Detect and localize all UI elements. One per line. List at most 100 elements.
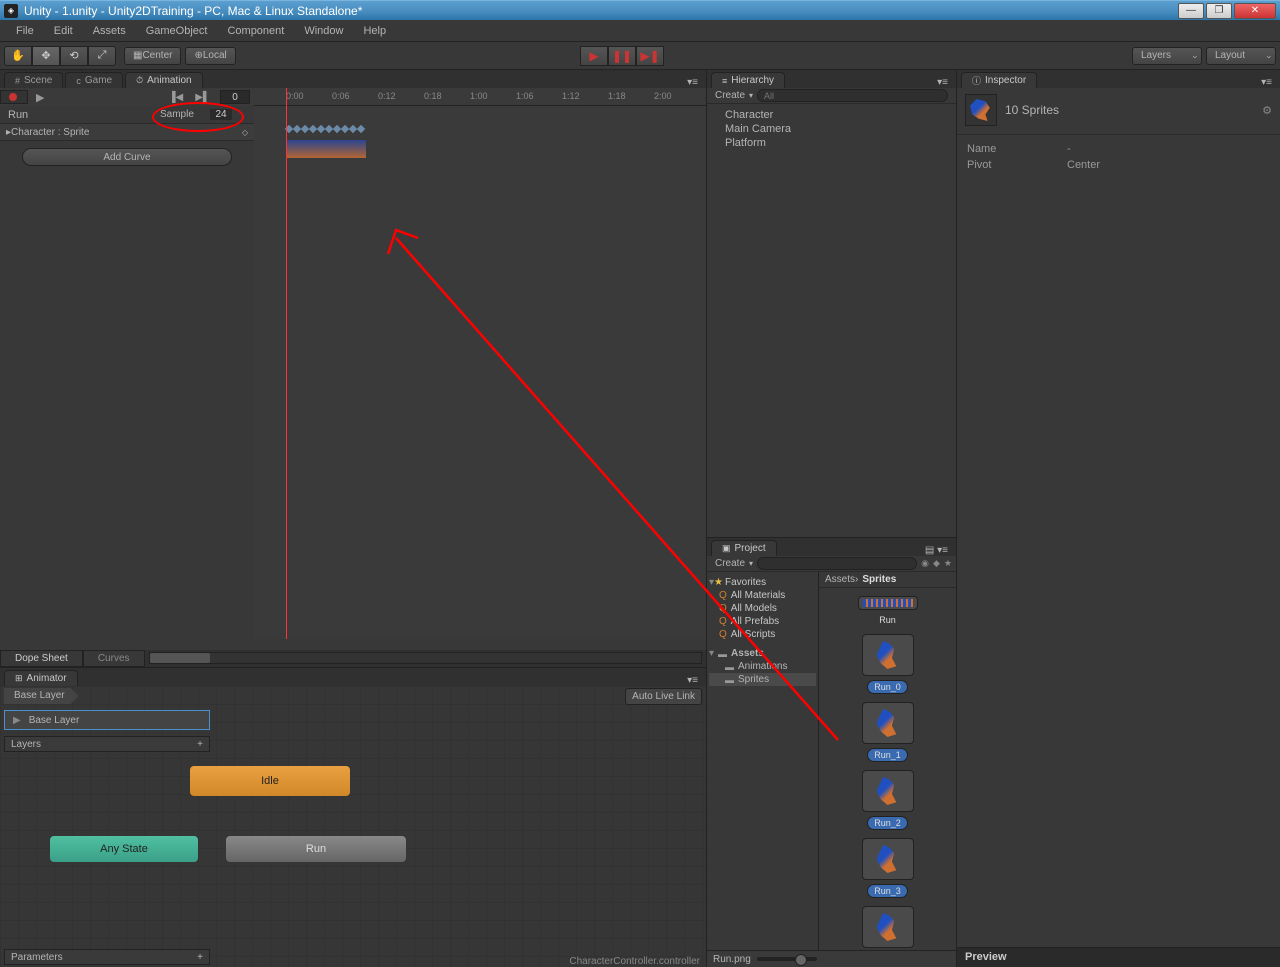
menubar: File Edit Assets GameObject Component Wi… (0, 20, 1280, 42)
timeline-scrollbar[interactable] (149, 652, 702, 664)
auto-live-link[interactable]: Auto Live Link (625, 688, 702, 705)
hierarchy-item[interactable]: Main Camera (715, 122, 948, 136)
layers-header: Layers+ (4, 736, 210, 752)
menu-edit[interactable]: Edit (44, 22, 83, 40)
sprite-previews (286, 140, 366, 158)
add-layer-button[interactable]: + (197, 739, 203, 750)
animator-status: CharacterController.controller (569, 956, 700, 967)
next-key-button[interactable]: ▶▌ (195, 92, 210, 103)
scale-tool[interactable]: ⤢ (88, 46, 116, 66)
sprite-item[interactable]: Run_2 (856, 770, 920, 830)
local-toggle[interactable]: ⊕ Local (185, 47, 235, 65)
tab-scene[interactable]: #Scene (4, 72, 63, 88)
layer-item[interactable]: ▶Base Layer (4, 710, 210, 730)
folder-item[interactable]: ▬Sprites (709, 673, 816, 686)
tab-inspector[interactable]: ⓘInspector (961, 72, 1037, 88)
fav-item[interactable]: QAll Prefabs (709, 615, 816, 628)
curves-tab[interactable]: Curves (83, 650, 145, 667)
menu-component[interactable]: Component (217, 22, 294, 40)
animator-tab-menu[interactable]: ▾≡ (683, 675, 702, 686)
add-parameter-button[interactable]: + (197, 952, 203, 963)
dope-sheet-tab[interactable]: Dope Sheet (0, 650, 83, 667)
maximize-button[interactable]: ❐ (1206, 3, 1232, 19)
folder-item[interactable]: ▬Animations (709, 660, 816, 673)
breadcrumb[interactable]: Base Layer (4, 688, 79, 704)
gear-icon[interactable]: ⚙ (1262, 104, 1272, 117)
property-label: ▸Character : Sprite (6, 127, 89, 138)
project-panel: ▣Project ▤ ▾≡ Create▾ ◉◆★ ▾★Favorites QA… (707, 537, 956, 967)
layers-dropdown[interactable]: Layers (1132, 47, 1202, 65)
star-icon: ★ (714, 577, 723, 588)
preview-header[interactable]: Preview (957, 947, 1280, 967)
sprite-item[interactable] (856, 906, 920, 948)
hierarchy-search[interactable] (757, 89, 948, 102)
star-icon[interactable]: ★ (944, 558, 952, 569)
sample-input[interactable] (210, 109, 232, 120)
move-tool[interactable]: ✥ (32, 46, 60, 66)
filter-icon[interactable]: ◉ (921, 558, 929, 569)
add-curve-button[interactable]: Add Curve (22, 148, 232, 166)
close-button[interactable]: ✕ (1234, 3, 1276, 19)
clip-dropdown[interactable]: Run (8, 109, 28, 121)
type-icon[interactable]: ◆ (933, 558, 940, 569)
tab-animation[interactable]: ⏱Animation (125, 72, 203, 88)
tab-hierarchy[interactable]: ≡Hierarchy (711, 72, 785, 88)
record-button[interactable] (0, 90, 28, 104)
sprite-item[interactable]: Run_3 (856, 838, 920, 898)
sprite-atlas[interactable]: Run (856, 596, 920, 626)
rotate-tool[interactable]: ⟲ (60, 46, 88, 66)
sprite-item[interactable]: Run_1 (856, 702, 920, 762)
menu-file[interactable]: File (6, 22, 44, 40)
hierarchy-item[interactable]: Platform (715, 136, 948, 150)
project-tree: ▾★Favorites QAll Materials QAll Models Q… (707, 572, 819, 950)
minimize-button[interactable]: — (1178, 3, 1204, 19)
step-button[interactable]: ▶❚ (636, 46, 664, 66)
menu-gameobject[interactable]: GameObject (136, 22, 218, 40)
favorites-header[interactable]: ▾★Favorites (709, 576, 816, 589)
frame-input[interactable] (220, 90, 250, 104)
state-any[interactable]: Any State (50, 836, 198, 862)
tab-project[interactable]: ▣Project (711, 540, 777, 556)
project-grid: Run Run_0 Run_1 Run_2 Run_3 (819, 588, 956, 950)
playhead[interactable] (286, 88, 287, 639)
state-run[interactable]: Run (226, 836, 406, 862)
tab-animator[interactable]: ⊞Animator (4, 670, 78, 686)
fav-item[interactable]: QAll Materials (709, 589, 816, 602)
thumbnail-size-slider[interactable] (757, 957, 817, 961)
anim-play-button[interactable]: ▶ (36, 91, 44, 104)
hand-tool[interactable]: ✋ (4, 46, 32, 66)
hierarchy-tab-menu[interactable]: ▾≡ (933, 77, 952, 88)
menu-assets[interactable]: Assets (83, 22, 136, 40)
assets-folder[interactable]: ▾▬Assets (709, 647, 816, 660)
pause-button[interactable]: ❚❚ (608, 46, 636, 66)
prev-key-button[interactable]: ▐◀ (168, 92, 183, 103)
hierarchy-item[interactable]: Character (715, 108, 948, 122)
property-row[interactable]: ▸Character : Sprite ◇ (0, 123, 254, 141)
project-create[interactable]: Create (711, 558, 749, 569)
game-icon: ᴄ (76, 76, 81, 86)
layout-dropdown[interactable]: Layout (1206, 47, 1276, 65)
sprite-item[interactable]: Run_0 (856, 634, 920, 694)
timeline[interactable]: 0:00 0:06 0:12 0:18 1:00 1:06 1:12 1:18 … (254, 88, 706, 639)
inspector-tab-menu[interactable]: ▾≡ (1257, 77, 1276, 88)
menu-window[interactable]: Window (294, 22, 353, 40)
menu-help[interactable]: Help (353, 22, 396, 40)
hierarchy-create[interactable]: Create (711, 90, 749, 101)
play-button[interactable]: ▶ (580, 46, 608, 66)
search-icon: Q (719, 616, 727, 627)
state-idle[interactable]: Idle (190, 766, 350, 796)
animator-graph[interactable]: Base Layer Auto Live Link ▶Base Layer La… (0, 686, 706, 967)
project-breadcrumb[interactable]: Assets › Sprites (819, 572, 956, 588)
tab-game[interactable]: ᴄGame (65, 72, 123, 88)
unity-logo-icon: ◈ (4, 4, 18, 18)
tab-menu[interactable]: ▾≡ (683, 77, 702, 88)
toolbar: ✋ ✥ ⟲ ⤢ ▦ Center ⊕ Local ▶ ❚❚ ▶❚ Layers … (0, 42, 1280, 70)
fav-item[interactable]: QAll Models (709, 602, 816, 615)
center-toggle[interactable]: ▦ Center (124, 47, 181, 65)
parameters-header: Parameters+ (4, 949, 210, 965)
time-ruler[interactable]: 0:00 0:06 0:12 0:18 1:00 1:06 1:12 1:18 … (254, 88, 706, 106)
project-tab-menu[interactable]: ▤ ▾≡ (921, 545, 952, 556)
animation-icon: ⏱ (136, 75, 143, 86)
fav-item[interactable]: QAll Scripts (709, 628, 816, 641)
project-search[interactable] (757, 557, 917, 570)
